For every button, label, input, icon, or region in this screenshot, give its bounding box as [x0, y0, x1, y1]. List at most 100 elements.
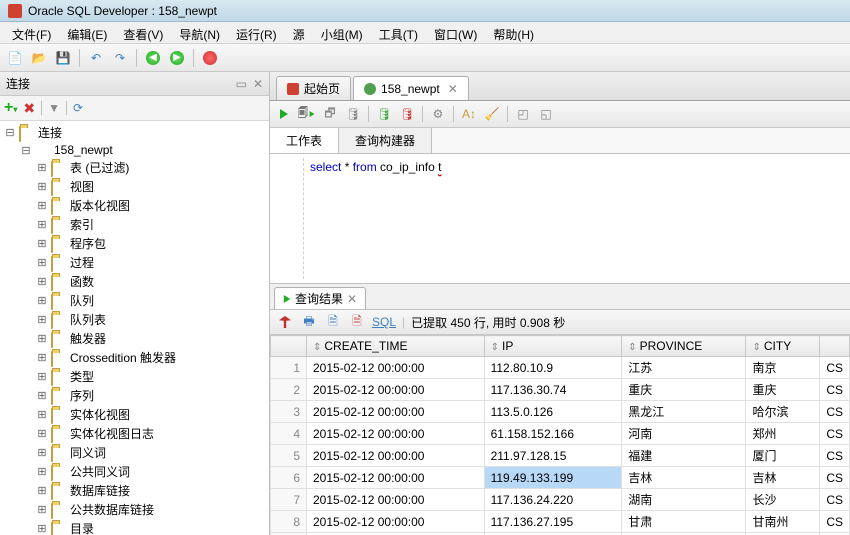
- cell[interactable]: 湖南: [622, 489, 746, 511]
- cell[interactable]: 吉林: [622, 467, 746, 489]
- cell[interactable]: 2015-02-12 00:00:00: [307, 511, 485, 533]
- menu-item[interactable]: 文件(F): [4, 24, 59, 41]
- table-row[interactable]: 32015-02-12 00:00:00113.5.0.126黑龙江哈尔滨CS: [271, 401, 850, 423]
- tree-node[interactable]: ⊞数据库链接: [0, 481, 269, 500]
- expand-icon[interactable]: ⊞: [36, 389, 48, 402]
- tree-node[interactable]: ⊞目录: [0, 519, 269, 535]
- cell[interactable]: 2015-02-12 00:00:00: [307, 445, 485, 467]
- tree-node[interactable]: ⊟连接: [0, 123, 269, 142]
- save-button[interactable]: 💾: [52, 47, 74, 69]
- tree-node[interactable]: ⊞程序包: [0, 234, 269, 253]
- print-button[interactable]: 🖶: [300, 313, 318, 331]
- tree-node[interactable]: ⊞公共数据库链接: [0, 500, 269, 519]
- expand-icon[interactable]: ⊞: [36, 427, 48, 440]
- cell[interactable]: 河南: [622, 423, 746, 445]
- expand-icon[interactable]: ⊞: [36, 484, 48, 497]
- redo-button[interactable]: ↷: [109, 47, 131, 69]
- export-button[interactable]: 🗎: [324, 313, 342, 331]
- cell[interactable]: 重庆: [622, 379, 746, 401]
- cell[interactable]: 211.97.128.15: [484, 445, 622, 467]
- menu-item[interactable]: 编辑(E): [59, 24, 115, 41]
- cell[interactable]: 2015-02-12 00:00:00: [307, 401, 485, 423]
- tree-node[interactable]: ⊞队列表: [0, 310, 269, 329]
- tree-node[interactable]: ⊞触发器: [0, 329, 269, 348]
- expand-icon[interactable]: ⊟: [4, 126, 16, 139]
- cell[interactable]: 吉林: [746, 467, 820, 489]
- commit-button[interactable]: 🛢: [374, 104, 394, 124]
- new-button[interactable]: 📄: [4, 47, 26, 69]
- tool2-button[interactable]: ◰: [513, 104, 533, 124]
- cell[interactable]: 甘南州: [746, 511, 820, 533]
- cell[interactable]: 2015-02-12 00:00:00: [307, 489, 485, 511]
- cell[interactable]: 2015-02-12 00:00:00: [307, 379, 485, 401]
- cell[interactable]: 61.158.152.166: [484, 423, 622, 445]
- expand-icon[interactable]: ⊞: [36, 218, 48, 231]
- table-row[interactable]: 82015-02-12 00:00:00117.136.27.195甘肃甘南州C…: [271, 511, 850, 533]
- table-row[interactable]: 72015-02-12 00:00:00117.136.24.220湖南长沙CS: [271, 489, 850, 511]
- expand-icon[interactable]: ⊞: [36, 408, 48, 421]
- filter-button[interactable]: ▼: [48, 101, 60, 115]
- table-row[interactable]: 52015-02-12 00:00:00211.97.128.15福建厦门CS: [271, 445, 850, 467]
- sql-editor[interactable]: select * from co_ip_info t: [270, 154, 850, 284]
- tree-node[interactable]: ⊞队列: [0, 291, 269, 310]
- expand-icon[interactable]: ⊞: [36, 465, 48, 478]
- stop-button[interactable]: [199, 47, 221, 69]
- cell[interactable]: 113.5.0.126: [484, 401, 622, 423]
- expand-icon[interactable]: ⊞: [36, 313, 48, 326]
- menu-item[interactable]: 帮助(H): [485, 24, 542, 41]
- open-button[interactable]: 📂: [28, 47, 50, 69]
- menu-item[interactable]: 小组(M): [313, 24, 371, 41]
- expand-icon[interactable]: ⊞: [36, 237, 48, 250]
- cell[interactable]: 重庆: [746, 379, 820, 401]
- add-button[interactable]: +▾: [4, 99, 17, 117]
- tree-node[interactable]: ⊞公共同义词: [0, 462, 269, 481]
- column-header[interactable]: ⇕PROVINCE: [622, 336, 746, 357]
- expand-icon[interactable]: ⊞: [36, 370, 48, 383]
- autotrace-button[interactable]: 🛢: [343, 104, 363, 124]
- cell[interactable]: 2015-02-12 00:00:00: [307, 357, 485, 379]
- tree-node[interactable]: ⊞函数: [0, 272, 269, 291]
- rollback-button[interactable]: 🛢: [397, 104, 417, 124]
- undo-button[interactable]: ↶: [85, 47, 107, 69]
- tool3-button[interactable]: ◱: [536, 104, 556, 124]
- expand-icon[interactable]: ⊟: [20, 144, 32, 157]
- tree-node[interactable]: ⊞同义词: [0, 443, 269, 462]
- tree-node[interactable]: ⊞类型: [0, 367, 269, 386]
- table-row[interactable]: 42015-02-12 00:00:0061.158.152.166河南郑州CS: [271, 423, 850, 445]
- expand-icon[interactable]: ⊞: [36, 294, 48, 307]
- close-icon[interactable]: ✕: [347, 292, 357, 306]
- cell[interactable]: 福建: [622, 445, 746, 467]
- cell[interactable]: 2015-02-12 00:00:00: [307, 467, 485, 489]
- tool-button[interactable]: ⚙: [428, 104, 448, 124]
- tree-node[interactable]: ⊞实体化视图日志: [0, 424, 269, 443]
- expand-icon[interactable]: ⊞: [36, 275, 48, 288]
- menu-item[interactable]: 源: [285, 24, 313, 41]
- tree-node[interactable]: ⊞表 (已过滤): [0, 158, 269, 177]
- cell[interactable]: 长沙: [746, 489, 820, 511]
- table-row[interactable]: 22015-02-12 00:00:00117.136.30.74重庆重庆CS: [271, 379, 850, 401]
- tree-node[interactable]: ⊞序列: [0, 386, 269, 405]
- menu-item[interactable]: 查看(V): [115, 24, 171, 41]
- expand-icon[interactable]: ⊞: [36, 446, 48, 459]
- menu-item[interactable]: 工具(T): [371, 24, 426, 41]
- cell[interactable]: 哈尔滨: [746, 401, 820, 423]
- minimize-icon[interactable]: ▭: [236, 77, 247, 91]
- cell[interactable]: 2015-02-12 00:00:00: [307, 423, 485, 445]
- cell[interactable]: 117.136.27.195: [484, 511, 622, 533]
- explain-button[interactable]: 🗗: [320, 104, 340, 124]
- tree-node[interactable]: ⊞实体化视图: [0, 405, 269, 424]
- expand-icon[interactable]: ⊞: [36, 351, 48, 364]
- menu-item[interactable]: 运行(R): [228, 24, 285, 41]
- cell[interactable]: 甘肃: [622, 511, 746, 533]
- table-row[interactable]: 12015-02-12 00:00:00112.80.10.9江苏南京CS: [271, 357, 850, 379]
- clear-button[interactable]: 🧹: [482, 104, 502, 124]
- tree-node[interactable]: ⊟158_newpt: [0, 142, 269, 158]
- tree-node[interactable]: ⊞Crossedition 触发器: [0, 348, 269, 367]
- menu-item[interactable]: 导航(N): [171, 24, 228, 41]
- worktab-builder[interactable]: 查询构建器: [339, 128, 432, 153]
- cell[interactable]: 江苏: [622, 357, 746, 379]
- table-row[interactable]: 62015-02-12 00:00:00119.49.133.199吉林吉林CS: [271, 467, 850, 489]
- results-grid[interactable]: ⇕CREATE_TIME⇕IP⇕PROVINCE⇕CITY12015-02-12…: [270, 335, 850, 535]
- run-button[interactable]: [274, 104, 294, 124]
- tree-node[interactable]: ⊞索引: [0, 215, 269, 234]
